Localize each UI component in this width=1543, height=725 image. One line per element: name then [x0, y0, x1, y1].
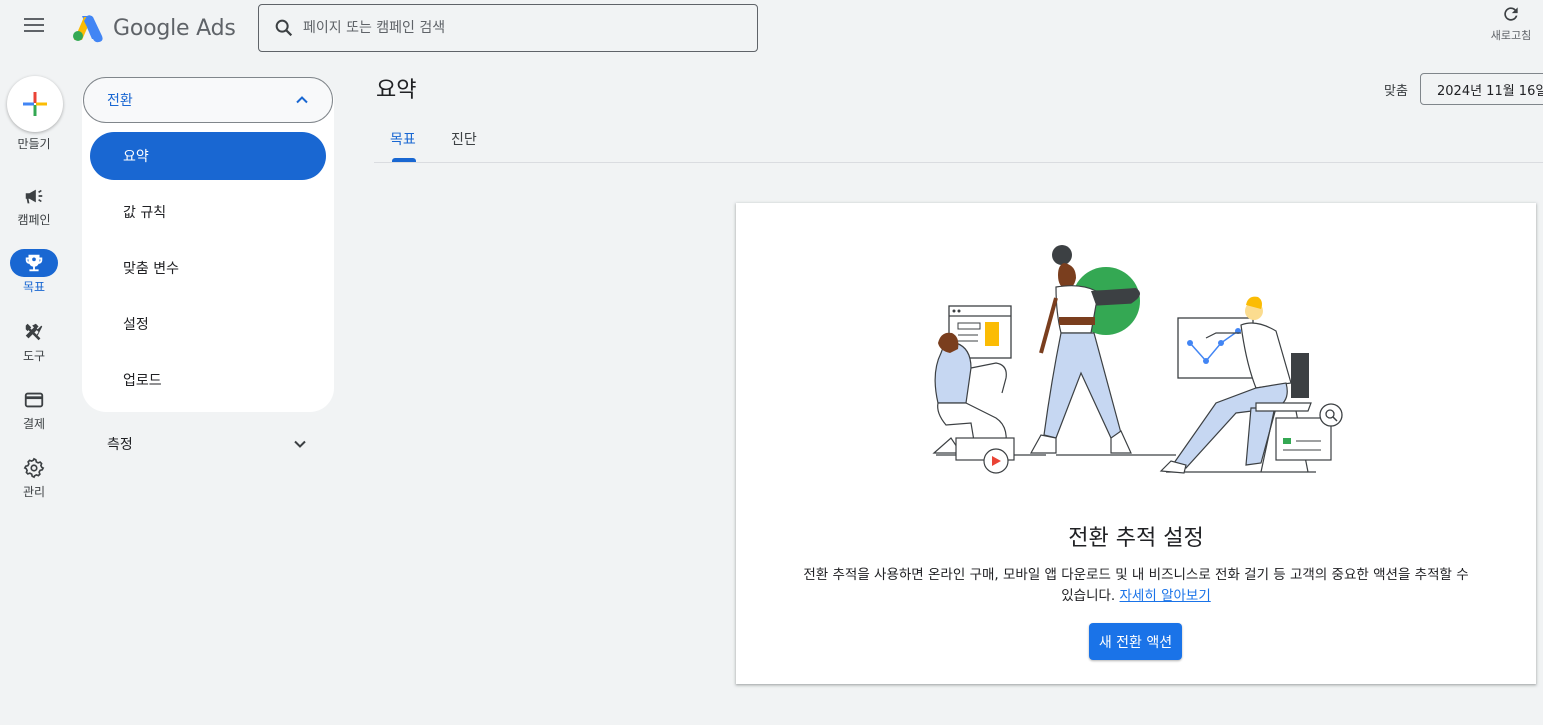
rail-item-label: 목표 — [22, 280, 46, 294]
refresh-button[interactable]: 새로고침 — [1480, 4, 1542, 43]
subnav-item-value-rules[interactable]: 값 규칙 — [90, 188, 326, 236]
search-icon — [275, 19, 293, 37]
create-button[interactable] — [7, 76, 63, 132]
section-title: 전환 — [107, 93, 133, 109]
gear-icon — [23, 457, 45, 479]
credit-card-icon — [24, 392, 44, 408]
subnav-item-settings[interactable]: 설정 — [90, 300, 326, 348]
tools-icon — [25, 323, 43, 341]
subnav-item-summary[interactable]: 요약 — [90, 132, 326, 180]
google-ads-logo[interactable]: Google Ads — [70, 12, 236, 44]
rail-item-label: 관리 — [22, 485, 46, 499]
card-description: 전환 추적을 사용하면 온라인 구매, 모바일 앱 다운로드 및 내 비즈니스로… — [796, 565, 1476, 607]
logo-text: Google Ads — [113, 15, 236, 41]
subnav-item-uploads[interactable]: 업로드 — [90, 356, 326, 404]
rail-item-label: 도구 — [22, 349, 46, 363]
create-label: 만들기 — [17, 137, 51, 151]
menu-icon[interactable] — [20, 14, 48, 42]
rail-item-billing[interactable]: 결제 — [0, 386, 68, 432]
rail-item-campaigns[interactable]: 캠페인 — [0, 182, 68, 228]
refresh-label: 새로고침 — [1490, 29, 1532, 42]
top-app-bar: Google Ads 새로고침 — [0, 0, 1543, 58]
conversion-setup-card: 전환 추적 설정 전환 추적을 사용하면 온라인 구매, 모바일 앱 다운로드 … — [736, 203, 1536, 684]
conversion-tracking-illustration — [932, 245, 1343, 474]
date-range-label: 맞춤 — [1384, 84, 1408, 99]
card-title: 전환 추적 설정 — [1068, 526, 1204, 551]
plus-icon — [23, 92, 47, 116]
google-ads-logo-icon — [73, 15, 103, 43]
section-title: 측정 — [107, 437, 133, 453]
refresh-icon — [1504, 7, 1518, 21]
tab-diagnostics[interactable]: 진단 — [451, 118, 477, 162]
search-input[interactable] — [303, 20, 723, 36]
chevron-up-icon — [296, 96, 308, 104]
new-conversion-action-button[interactable]: 새 전환 액션 — [1089, 623, 1182, 660]
tab-bar: 목표 진단 — [374, 118, 1543, 163]
rail-item-label: 캠페인 — [17, 213, 51, 227]
rail-item-goals[interactable]: 목표 — [0, 249, 68, 295]
page-title: 요약 — [376, 78, 417, 103]
rail-item-admin[interactable]: 관리 — [0, 454, 68, 500]
chevron-down-icon — [294, 440, 306, 448]
tab-goals[interactable]: 목표 — [390, 118, 416, 162]
subnav-item-custom-variables[interactable]: 맞춤 변수 — [90, 244, 326, 292]
trophy-icon — [25, 254, 43, 272]
megaphone-icon — [25, 189, 43, 204]
date-range-picker[interactable]: 2024년 11월 16일 — [1420, 73, 1543, 105]
active-tab-indicator — [392, 158, 416, 162]
conversions-section-header[interactable]: 전환 — [83, 77, 333, 123]
rail-item-tools[interactable]: 도구 — [0, 318, 68, 364]
learn-more-link[interactable]: 자세히 알아보기 — [1120, 588, 1211, 604]
search-box[interactable] — [258, 4, 758, 52]
measurement-section-header[interactable]: 측정 — [90, 424, 326, 464]
rail-item-label: 결제 — [22, 417, 46, 431]
